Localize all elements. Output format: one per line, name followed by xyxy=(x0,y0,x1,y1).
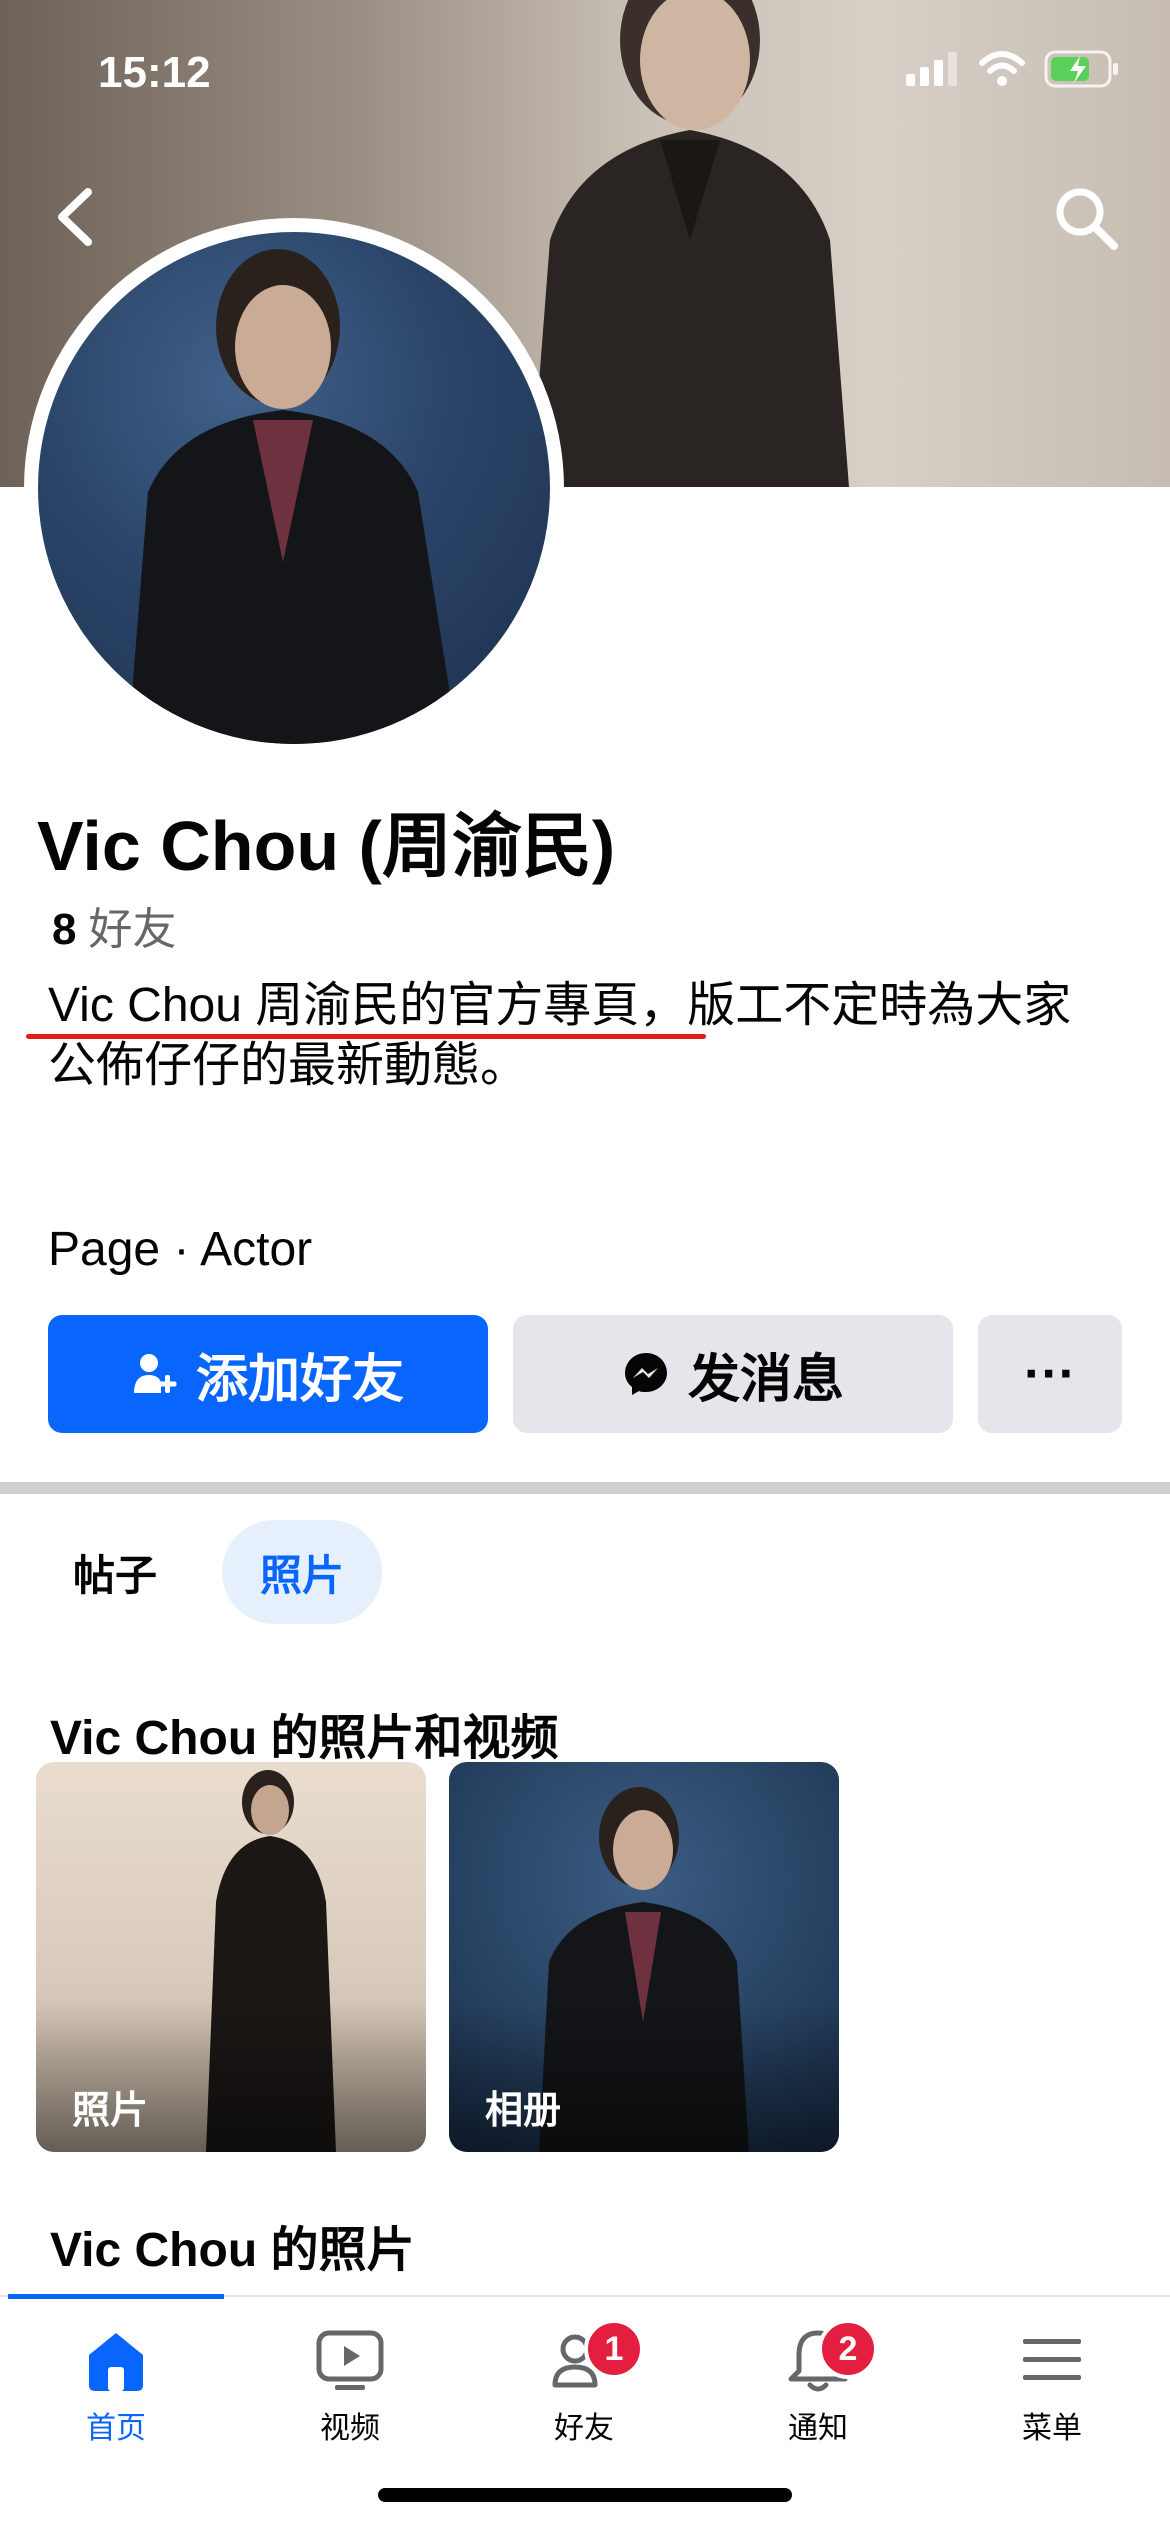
friends-count[interactable]: 8 好友 xyxy=(52,893,176,957)
friends-count-label: 好友 xyxy=(88,905,177,954)
tab-photos[interactable]: 照片 xyxy=(222,1520,382,1624)
albums-thumbnail[interactable]: 相册 xyxy=(449,1762,839,2152)
tab-posts[interactable]: 帖子 xyxy=(40,1520,190,1624)
add-friend-label: 添加好友 xyxy=(195,1350,404,1409)
profile-name: Vic Chou (周渝民) xyxy=(37,807,616,885)
avatar[interactable] xyxy=(38,232,550,744)
more-options-button[interactable]: ··· xyxy=(978,1315,1122,1433)
nav-label-menu: 菜单 xyxy=(1022,2412,1082,2445)
signal-icon xyxy=(906,52,957,86)
message-label: 发消息 xyxy=(687,1350,844,1409)
add-friend-button[interactable]: 添加好友 xyxy=(48,1315,488,1433)
nav-item-home[interactable]: 首页 xyxy=(16,2325,216,2447)
video-icon xyxy=(316,2330,384,2390)
photos-videos-title: Vic Chou 的照片和视频 xyxy=(50,1712,559,1765)
friends-badge: 1 xyxy=(584,2319,644,2379)
photos-section-title: Vic Chou 的照片 xyxy=(50,2224,415,2277)
home-indicator xyxy=(378,2488,792,2502)
search-icon xyxy=(1056,188,1118,250)
battery-icon xyxy=(1044,50,1118,88)
home-icon xyxy=(89,2333,143,2391)
nav-label-notifications: 通知 xyxy=(788,2412,848,2445)
wifi-icon xyxy=(979,51,1025,86)
nav-active-indicator xyxy=(8,2294,224,2299)
friends-count-number: 8 xyxy=(52,905,77,954)
photos-thumbnail-label: 照片 xyxy=(72,2090,149,2132)
avatar-figure-image xyxy=(128,249,458,744)
more-options-label: ··· xyxy=(1024,1345,1076,1403)
nav-item-video[interactable]: 视频 xyxy=(250,2325,450,2447)
bio-highlight-underline xyxy=(26,1034,706,1039)
albums-thumbnail-label: 相册 xyxy=(485,2090,562,2132)
search-button[interactable] xyxy=(1050,182,1122,254)
nav-item-menu[interactable]: 菜单 xyxy=(952,2325,1152,2447)
profile-category: Page · Actor xyxy=(48,1223,313,1276)
nav-item-notifications[interactable]: 2 通知 xyxy=(718,2319,918,2447)
section-divider xyxy=(0,1482,1170,1494)
message-button[interactable]: 发消息 xyxy=(513,1315,953,1433)
nav-label-video: 视频 xyxy=(320,2412,380,2445)
status-time: 15:12 xyxy=(98,48,211,97)
nav-label-friends: 好友 xyxy=(554,2412,614,2445)
messenger-icon xyxy=(622,1350,670,1398)
notifications-badge: 2 xyxy=(818,2319,878,2379)
nav-item-friends[interactable]: 1 好友 xyxy=(484,2319,684,2447)
menu-icon xyxy=(1023,2339,1081,2380)
status-icons xyxy=(906,50,1120,88)
add-friend-icon xyxy=(132,1351,178,1397)
nav-label-home: 首页 xyxy=(86,2412,146,2445)
photos-thumbnail[interactable]: 照片 xyxy=(36,1762,426,2152)
back-button[interactable] xyxy=(50,182,100,252)
chevron-left-icon xyxy=(58,188,92,246)
